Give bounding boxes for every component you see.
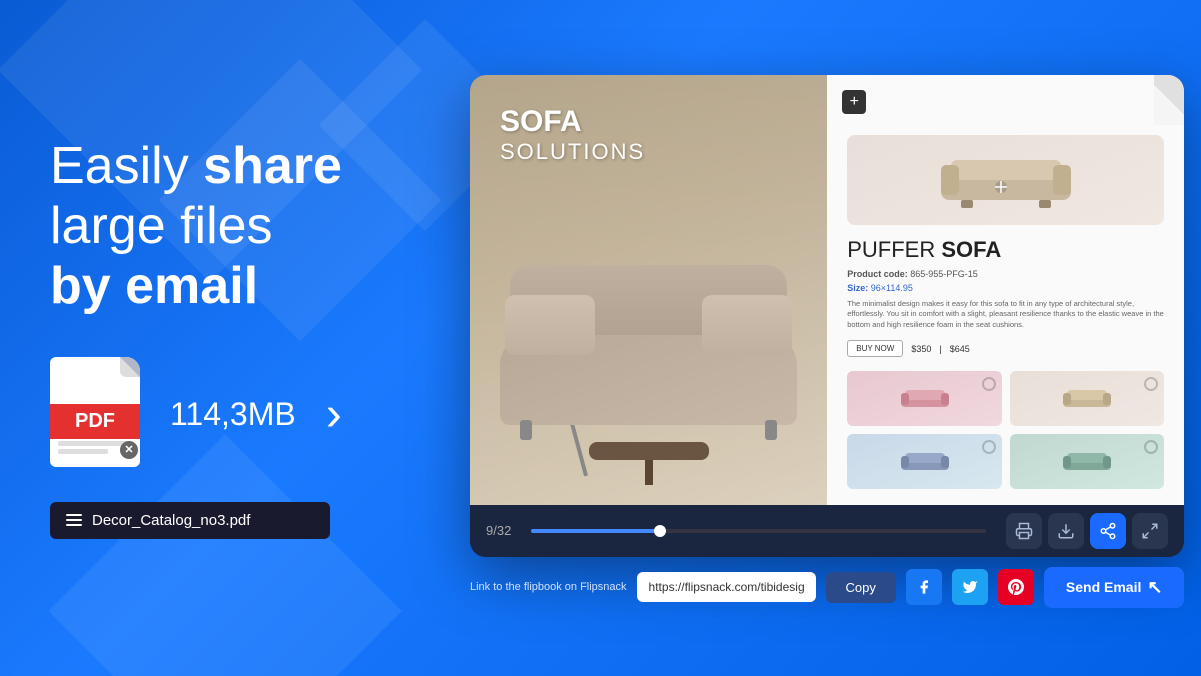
flipbook-pages: SOFA SOLUTIONS [470, 75, 1184, 505]
pdf-icon: PDF ✕ [50, 357, 150, 472]
price-2: $645 [950, 344, 970, 354]
catalog-description: The minimalist design makes it easy for … [847, 299, 1164, 331]
catalog-sofa-item-beige [1010, 371, 1165, 426]
coffee-table-area [589, 442, 709, 485]
page-left: SOFA SOLUTIONS [470, 75, 827, 505]
share-label: Link to the flipbook on Flipsnack [470, 581, 627, 593]
download-button[interactable] [1048, 513, 1084, 549]
hero-line3: by email [50, 257, 258, 315]
catalog-plus-icon: + [842, 90, 866, 114]
pdf-label: PDF [50, 404, 140, 439]
catalog-sofa-item-blue [847, 434, 1002, 489]
pdf-close-icon: ✕ [120, 441, 138, 459]
hamburger-icon [66, 514, 82, 526]
share-button[interactable] [1090, 513, 1126, 549]
progress-bar-fill [531, 529, 658, 533]
catalog-hero-image [847, 135, 1164, 225]
pdf-line-2 [58, 449, 108, 454]
page-counter: 9/32 [486, 523, 511, 538]
solutions-word: SOLUTIONS [500, 139, 645, 165]
copy-button[interactable]: Copy [826, 572, 896, 603]
buy-now-button[interactable]: BUY NOW [847, 340, 903, 357]
sofa-illustration [490, 245, 807, 445]
twitter-share-button[interactable] [952, 569, 988, 605]
catalog-sofas-grid [847, 371, 1164, 489]
hero-line1-bold: share [203, 137, 342, 195]
price-divider: | [939, 344, 941, 354]
hero-line2: large files [50, 197, 273, 255]
pdf-icon-body: PDF ✕ [50, 357, 140, 467]
share-url-input[interactable] [637, 572, 816, 602]
pinterest-share-button[interactable] [998, 569, 1034, 605]
file-name-bar: Decor_Catalog_no3.pdf [50, 502, 330, 539]
cursor-icon: ↖ [1147, 577, 1162, 598]
facebook-share-button[interactable] [906, 569, 942, 605]
progress-bar [531, 529, 986, 533]
left-panel: Easily share large files by email PDF ✕ … [0, 97, 460, 578]
file-size: 114,3MB [170, 396, 296, 433]
hero-title: Easily share large files by email [50, 137, 410, 316]
price-1: $350 [911, 344, 931, 354]
file-row: PDF ✕ 114,3MB › [50, 357, 410, 472]
print-button[interactable] [1006, 513, 1042, 549]
catalog-product-title: PUFFER SOFA [847, 237, 1164, 263]
send-email-button[interactable]: Send Email ↖ [1044, 567, 1185, 608]
viewer-container: SOFA SOLUTIONS [470, 75, 1184, 557]
catalog-sofa-item-pink [847, 371, 1002, 426]
share-bar: Link to the flipbook on Flipsnack Copy S… [470, 557, 1184, 612]
fullscreen-button[interactable] [1132, 513, 1168, 549]
page-right: + [827, 75, 1184, 505]
page-total: 32 [497, 523, 511, 538]
page-left-title: SOFA SOLUTIONS [500, 105, 645, 165]
catalog-hero-sofa-svg [931, 145, 1081, 215]
catalog-sofa-item-teal [1010, 434, 1165, 489]
sofa-word: SOFA [500, 105, 645, 139]
catalog-size: Size: 96×114.95 [847, 283, 1164, 293]
arrow-right-icon: › [326, 387, 342, 442]
progress-dot [654, 525, 666, 537]
toolbar-actions [1006, 513, 1168, 549]
hero-line1-normal: Easily [50, 137, 203, 195]
catalog-product-code: Product code: 865-955-PFG-15 [847, 269, 1164, 279]
catalog-buy-row: BUY NOW $350 | $645 [847, 340, 1164, 357]
page-fold [1154, 75, 1184, 125]
file-name-text: Decor_Catalog_no3.pdf [92, 512, 250, 529]
right-panel: SOFA SOLUTIONS [460, 55, 1201, 622]
viewer-toolbar: 9/32 [470, 505, 1184, 557]
